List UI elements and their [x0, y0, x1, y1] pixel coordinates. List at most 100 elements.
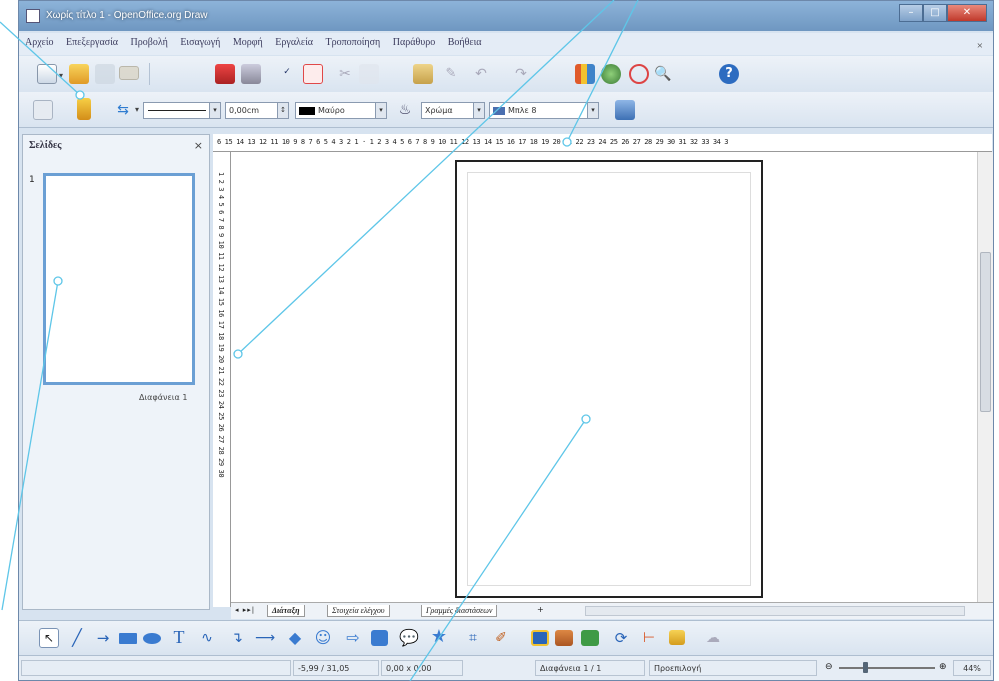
- rectangle-icon[interactable]: [119, 633, 137, 644]
- window-title: Χωρίς τίτλο 1 - OpenOffice.org Draw: [46, 10, 208, 21]
- pages-panel: Σελίδες × 1 Διαφάνεια 1: [22, 134, 210, 610]
- copy-icon[interactable]: [359, 64, 379, 84]
- print-icon[interactable]: [241, 64, 261, 84]
- line-style-select[interactable]: ▾: [143, 102, 221, 119]
- autospell-icon[interactable]: [303, 64, 323, 84]
- drawing-page[interactable]: [455, 160, 763, 598]
- menu-modify[interactable]: Τροποποίηση: [320, 33, 385, 48]
- navigator-icon[interactable]: [601, 64, 621, 84]
- menu-view[interactable]: Προβολή: [125, 33, 172, 48]
- pages-panel-close-icon[interactable]: ×: [194, 139, 203, 152]
- draw-window: Χωρίς τίτλο 1 - OpenOffice.org Draw – □ …: [18, 0, 994, 681]
- title-bar[interactable]: Χωρίς τίτλο 1 - OpenOffice.org Draw – □ …: [19, 1, 993, 31]
- vertical-scrollbar[interactable]: [977, 152, 993, 602]
- vertical-ruler-labels: 1 2 3 4 5 6 7 8 9 10 11 12 13 14 15 16 1…: [217, 172, 225, 478]
- open-icon[interactable]: [69, 64, 89, 84]
- tab-dimension-lines[interactable]: Γραμμές διαστάσεων: [421, 605, 498, 617]
- text-icon[interactable]: T: [169, 626, 189, 647]
- curve-icon[interactable]: ∿: [197, 628, 217, 648]
- vertical-ruler[interactable]: 1 2 3 4 5 6 7 8 9 10 11 12 13 14 15 16 1…: [213, 152, 231, 607]
- email-icon[interactable]: [119, 66, 139, 80]
- zoom-slider-knob[interactable]: [863, 662, 868, 673]
- page-margin: [467, 172, 751, 586]
- menu-help[interactable]: Βοήθεια: [442, 33, 486, 48]
- rotate-icon[interactable]: ⟳: [611, 628, 631, 648]
- align-icon[interactable]: ⊢: [639, 628, 659, 648]
- master-page-name[interactable]: Προεπιλογή: [649, 660, 817, 676]
- line-icon[interactable]: ⇆: [113, 100, 133, 120]
- menu-insert[interactable]: Εισαγωγή: [174, 33, 224, 48]
- block-arrows-icon[interactable]: ⇨: [343, 628, 363, 648]
- chart-icon[interactable]: [575, 64, 595, 84]
- maximize-button[interactable]: □: [923, 4, 947, 22]
- paste-icon[interactable]: [413, 64, 433, 84]
- glue-points-icon[interactable]: ✐: [491, 628, 511, 648]
- flowchart-icon[interactable]: [371, 630, 388, 646]
- from-file-icon[interactable]: [555, 630, 573, 646]
- line-filling-toolbar: ⇆ ▾ ▾ 0,00cm ↕ Μαύρο ▾ ♨ Χρώμα ▾ Μπλε 8 ▾: [19, 92, 993, 128]
- arrow-style-dropdown-icon[interactable]: ▾: [135, 105, 139, 114]
- drawing-canvas[interactable]: [231, 152, 977, 602]
- layer-tabs-bar: ◂ ▸▸| Διάταξη Στοιχεία ελέγχου Γραμμές δ…: [231, 602, 993, 619]
- fill-format-icon[interactable]: [77, 98, 91, 120]
- gallery-icon[interactable]: [629, 64, 649, 84]
- stars-icon[interactable]: ★: [429, 627, 449, 647]
- callouts-icon[interactable]: 💬: [399, 628, 419, 648]
- fill-bucket-icon[interactable]: ♨: [395, 100, 415, 120]
- line-icon[interactable]: ╱: [67, 628, 87, 648]
- zoom-in-icon[interactable]: ⊕: [939, 662, 947, 672]
- line-width-field[interactable]: 0,00cm ↕: [225, 102, 289, 119]
- new-icon[interactable]: [37, 64, 57, 84]
- arrow-icon[interactable]: →: [93, 628, 113, 648]
- lines-arrows-icon[interactable]: ⟶: [255, 628, 275, 648]
- cut-icon[interactable]: ✂: [335, 64, 355, 84]
- close-button[interactable]: ✕: [947, 4, 987, 22]
- select-icon[interactable]: ↖: [39, 628, 59, 648]
- area-style-select[interactable]: Χρώμα ▾: [421, 102, 485, 119]
- shadow-icon[interactable]: [615, 100, 635, 120]
- menu-window[interactable]: Παράθυρο: [387, 33, 439, 48]
- redo-icon[interactable]: ↷: [511, 64, 531, 84]
- ellipse-icon[interactable]: [143, 633, 161, 644]
- styles-icon[interactable]: [33, 100, 53, 120]
- pages-panel-title: Σελίδες: [29, 140, 62, 151]
- clone-icon[interactable]: ✎: [441, 64, 461, 84]
- scroll-thumb[interactable]: [980, 252, 991, 412]
- area-color-select[interactable]: Μπλε 8 ▾: [489, 102, 599, 119]
- arrange-icon[interactable]: [669, 630, 685, 645]
- add-layer-button[interactable]: +: [537, 605, 544, 614]
- spellcheck-icon[interactable]: ✓: [277, 62, 297, 82]
- zoom-icon[interactable]: 🔍: [653, 64, 673, 84]
- points-icon[interactable]: ⌗: [463, 628, 483, 648]
- tab-controls[interactable]: Στοιχεία ελέγχου: [327, 605, 390, 617]
- shadow-icon[interactable]: ☁: [703, 628, 723, 648]
- tab-layout[interactable]: Διάταξη: [267, 605, 305, 617]
- line-color-value: Μαύρο: [318, 106, 345, 115]
- symbol-shapes-icon[interactable]: ☺: [313, 628, 333, 648]
- page-indicator: Διαφάνεια 1 / 1: [535, 660, 645, 676]
- menu-edit[interactable]: Επεξεργασία: [60, 33, 122, 48]
- zoom-out-icon[interactable]: ⊖: [825, 662, 833, 672]
- fontwork-icon[interactable]: [531, 630, 549, 646]
- document-close-button[interactable]: ×: [971, 36, 987, 52]
- size-readout: 0,00 x 0,00: [381, 660, 463, 676]
- tab-navigation-buttons[interactable]: ◂ ▸▸|: [235, 606, 255, 614]
- zoom-percentage[interactable]: 44%: [953, 660, 991, 676]
- pdf-icon[interactable]: [215, 64, 235, 84]
- horizontal-scrollbar[interactable]: [585, 606, 965, 616]
- menu-tools[interactable]: Εργαλεία: [269, 33, 317, 48]
- basic-shapes-icon[interactable]: ◆: [285, 628, 305, 648]
- undo-icon[interactable]: ↶: [471, 64, 491, 84]
- menu-format[interactable]: Μορφή: [227, 33, 267, 48]
- new-dropdown-icon[interactable]: ▾: [59, 71, 63, 80]
- line-color-select[interactable]: Μαύρο ▾: [295, 102, 387, 119]
- save-icon[interactable]: [95, 64, 115, 84]
- page-thumbnail[interactable]: [43, 173, 195, 385]
- extrusion-icon[interactable]: [581, 630, 599, 646]
- help-icon[interactable]: ?: [719, 64, 739, 84]
- horizontal-ruler[interactable]: 6 15 14 13 12 11 10 9 8 7 6 5 4 3 2 1 · …: [213, 134, 992, 152]
- menu-file[interactable]: Αρχείο: [19, 33, 58, 48]
- zoom-slider[interactable]: [839, 667, 935, 669]
- connector-icon[interactable]: ↴: [227, 628, 247, 648]
- minimize-button[interactable]: –: [899, 4, 923, 22]
